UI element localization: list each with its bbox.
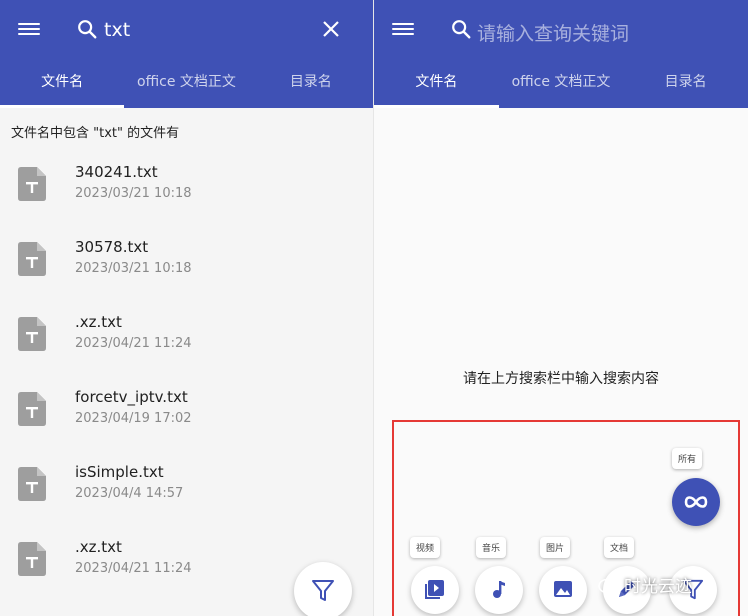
filter-image-button[interactable] [539,566,587,614]
filter-icon [312,580,334,601]
tab-office-content[interactable]: office 文档正文 [124,58,248,108]
close-icon[interactable] [319,17,343,41]
file-name: .xz.txt [75,313,122,331]
tab-filename[interactable]: 文件名 [0,58,125,108]
tab-directory-name[interactable]: 目录名 [249,58,373,108]
wechat-logo-icon [598,578,620,595]
list-item[interactable]: 340241.txt 2023/03/21 10:18 [0,148,373,223]
text-file-icon [18,467,46,501]
file-name: 340241.txt [75,163,158,181]
watermark: 时光云迹 [598,572,692,597]
filter-all-label: 所有 [672,448,703,469]
file-list: 340241.txt 2023/03/21 10:18 30578.txt 20… [0,148,373,598]
tab-directory-name[interactable]: 目录名 [623,58,748,108]
file-name: .xz.txt [75,538,122,556]
file-date: 2023/04/19 17:02 [75,411,192,426]
search-icon [76,18,98,40]
file-date: 2023/03/21 10:18 [75,261,192,276]
tab-filename[interactable]: 文件名 [374,58,499,108]
app-bar: 请输入查询关键词 文件名 office 文档正文 目录名 [374,0,748,108]
search-results-panel: 文件名 office 文档正文 目录名 文件名中包含 "txt" 的文件有 34… [0,0,374,616]
file-date: 2023/04/21 11:24 [75,336,192,351]
file-date: 2023/04/21 11:24 [75,561,192,576]
menu-icon[interactable] [392,20,414,40]
video-library-icon [425,580,444,599]
app-bar: 文件名 office 文档正文 目录名 [0,0,373,108]
image-icon [554,581,572,597]
search-tabs: 文件名 office 文档正文 目录名 [0,58,373,108]
search-tabs: 文件名 office 文档正文 目录名 [374,58,748,108]
text-file-icon [18,317,46,351]
filter-image-label: 图片 [540,537,571,558]
list-item[interactable]: forcetv_iptv.txt 2023/04/19 17:02 [0,373,373,448]
empty-state-hint: 请在上方搜索栏中输入搜索内容 [463,371,659,387]
file-name: 30578.txt [75,238,149,256]
list-item[interactable]: 30578.txt 2023/03/21 10:18 [0,223,373,298]
filter-button[interactable] [294,562,352,616]
filter-video-label: 视频 [410,537,441,558]
file-date: 2023/04/4 14:57 [75,486,184,501]
empty-search-panel: 请输入查询关键词 文件名 office 文档正文 目录名 请在上方搜索栏中输入搜… [374,0,748,616]
filter-music-button[interactable] [475,566,523,614]
list-item[interactable]: .xz.txt 2023/04/21 11:24 [0,298,373,373]
text-file-icon [18,242,46,276]
filter-all-button[interactable] [672,478,720,526]
tab-office-content[interactable]: office 文档正文 [499,58,624,108]
text-file-icon [18,167,46,201]
infinity-icon [684,496,708,508]
text-file-icon [18,392,46,426]
file-name: isSimple.txt [75,463,164,481]
filter-music-label: 音乐 [476,537,507,558]
text-file-icon [18,542,46,576]
search-input[interactable]: 请输入查询关键词 [477,19,697,46]
file-date: 2023/03/21 10:18 [75,186,192,201]
list-item[interactable]: isSimple.txt 2023/04/4 14:57 [0,448,373,523]
filter-document-label: 文档 [604,537,635,558]
search-icon [450,18,472,40]
result-header: 文件名中包含 "txt" 的文件有 [11,126,180,141]
filter-video-button[interactable] [411,566,459,614]
menu-icon[interactable] [18,20,40,40]
file-name: forcetv_iptv.txt [75,388,188,406]
music-note-icon [493,581,505,598]
watermark-text: 时光云迹 [624,577,692,597]
search-input[interactable] [104,19,324,41]
